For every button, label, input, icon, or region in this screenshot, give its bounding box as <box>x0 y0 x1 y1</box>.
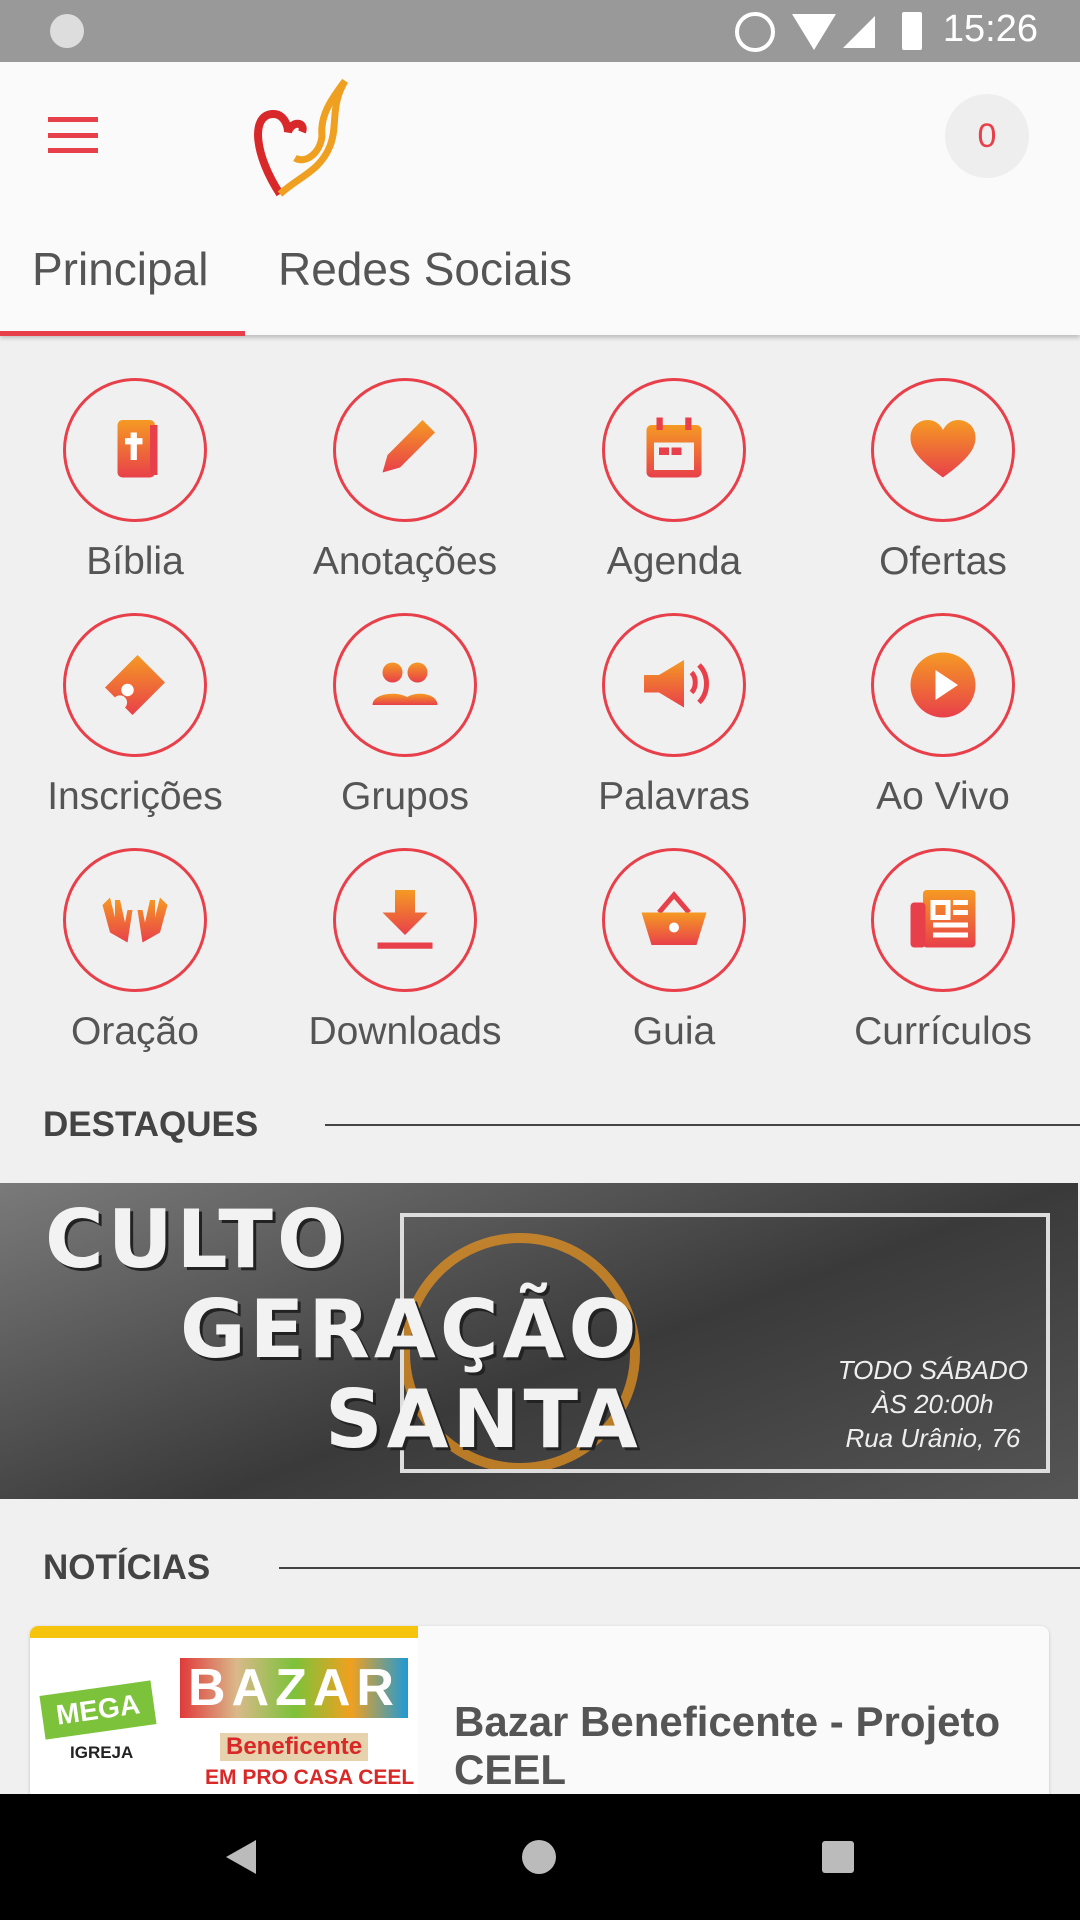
calendar-icon <box>602 378 746 522</box>
play-icon <box>871 613 1015 757</box>
menu-item-label: Oração <box>71 1010 199 1053</box>
banner-schedule: TODO SÁBADO ÀS 20:00h Rua Urânio, 76 <box>838 1353 1028 1455</box>
bible-icon <box>63 378 207 522</box>
section-title-news: NOTÍCIAS <box>43 1548 211 1587</box>
menu-item-label: Inscrições <box>47 775 223 818</box>
menu-item-label: Downloads <box>308 1010 502 1053</box>
banner-line1: CULTO <box>45 1193 349 1286</box>
menu-item-label: Grupos <box>341 775 469 818</box>
home-icon[interactable] <box>522 1840 556 1874</box>
newspaper-icon <box>871 848 1015 992</box>
thumb-igreja: IGREJA <box>70 1743 134 1762</box>
wifi-icon <box>792 14 836 50</box>
status-bar: 15:26 <box>0 0 1080 62</box>
schedule-day: TODO SÁBADO <box>837 1355 1028 1385</box>
highlight-banner[interactable]: CULTO GERAÇÃO SANTA TODO SÁBADO ÀS 20:00… <box>0 1183 1078 1499</box>
active-tab-indicator <box>0 331 245 336</box>
ticket-icon <box>63 613 207 757</box>
thumb-bazar: BAZAR <box>180 1658 408 1718</box>
menu-item-inscricoes[interactable]: Inscrições <box>0 613 270 819</box>
menu-item-label: Anotações <box>312 540 498 583</box>
menu-item-label: Ao Vivo <box>876 775 1010 818</box>
notification-icon <box>50 14 84 48</box>
menu-item-anotacoes[interactable]: Anotações <box>270 378 540 584</box>
thumb-subtitle: EM PRO CASA CEEL <box>205 1766 415 1789</box>
news-title: Bazar Beneficente - Projeto CEEL <box>454 1698 1001 1793</box>
megaphone-icon <box>602 613 746 757</box>
menu-item-label: Palavras <box>598 775 750 818</box>
hands-icon <box>63 848 207 992</box>
banner-line2: GERAÇÃO <box>180 1283 641 1376</box>
menu-item-grupos[interactable]: Grupos <box>270 613 540 819</box>
navigation-bar <box>0 1794 1080 1920</box>
signal-icon <box>843 16 875 48</box>
menu-item-label: Guia <box>632 1010 716 1053</box>
back-icon[interactable] <box>226 1840 256 1874</box>
menu-item-label: Bíblia <box>86 540 184 583</box>
menu-item-downloads[interactable]: Downloads <box>270 848 540 1054</box>
menu-icon[interactable] <box>48 117 98 153</box>
heart-icon <box>871 378 1015 522</box>
divider <box>279 1567 1080 1569</box>
menu-item-label: Ofertas <box>879 540 1007 583</box>
schedule-time: ÀS 20:00h <box>872 1389 994 1419</box>
thumb-beneficente: Beneficente <box>220 1733 369 1761</box>
menu-item-agenda[interactable]: Agenda <box>539 378 809 584</box>
section-title-highlights: DESTAQUES <box>43 1105 259 1144</box>
recents-icon[interactable] <box>822 1841 854 1873</box>
church-logo <box>254 78 349 197</box>
cart-badge[interactable]: 0 <box>945 94 1029 178</box>
menu-item-palavras[interactable]: Palavras <box>539 613 809 819</box>
app-bar: 0 Principal Redes Sociais <box>0 62 1080 336</box>
clock: 15:26 <box>942 8 1038 50</box>
divider <box>325 1124 1080 1126</box>
download-icon <box>333 848 477 992</box>
schedule-address: Rua Urânio, 76 <box>845 1423 1021 1453</box>
dnd-icon <box>735 12 775 52</box>
pencil-icon <box>333 378 477 522</box>
basket-icon <box>602 848 746 992</box>
group-icon <box>333 613 477 757</box>
menu-item-curriculos[interactable]: Currículos <box>808 848 1078 1054</box>
tab-principal[interactable]: Principal <box>32 242 208 296</box>
thumb-mega: MEGA <box>39 1680 157 1740</box>
menu-item-label: Agenda <box>606 540 742 583</box>
menu-item-ofertas[interactable]: Ofertas <box>808 378 1078 584</box>
menu-item-guia[interactable]: Guia <box>539 848 809 1054</box>
banner-line3: SANTA <box>325 1373 642 1466</box>
menu-item-biblia[interactable]: Bíblia <box>0 378 270 584</box>
menu-item-ao-vivo[interactable]: Ao Vivo <box>808 613 1078 819</box>
menu-item-label: Currículos <box>854 1010 1032 1053</box>
battery-icon <box>902 12 922 50</box>
menu-item-oracao[interactable]: Oração <box>0 848 270 1054</box>
tab-redes-sociais[interactable]: Redes Sociais <box>278 242 572 296</box>
